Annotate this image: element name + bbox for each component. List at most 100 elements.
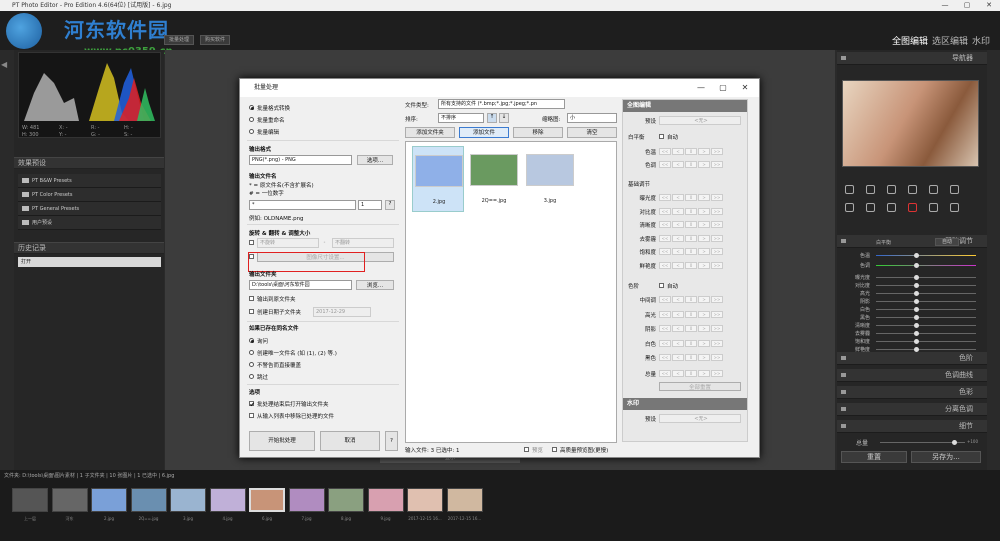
name-pattern-input[interactable]: * bbox=[249, 200, 356, 210]
slider-knob[interactable] bbox=[914, 307, 919, 312]
slider-knob[interactable] bbox=[914, 275, 919, 280]
filmstrip-thumb[interactable] bbox=[328, 488, 364, 512]
batch-process-button[interactable]: 批量处理 bbox=[164, 35, 195, 45]
filmstrip-thumb[interactable] bbox=[12, 488, 48, 512]
mode-rename-radio[interactable] bbox=[249, 117, 254, 122]
file-list[interactable]: 2.jpg 2Q==.jpg 3.jpg bbox=[405, 141, 617, 443]
step-button[interactable]: >> bbox=[711, 325, 723, 332]
presets-header[interactable]: 效果预设 bbox=[14, 157, 164, 169]
restore-button[interactable]: ▢ bbox=[956, 0, 978, 11]
step-button[interactable]: 0 bbox=[685, 310, 697, 318]
step-button[interactable]: < bbox=[672, 194, 684, 201]
tab-full-edit[interactable]: 全图编辑 bbox=[892, 37, 928, 47]
step-button[interactable]: 0 bbox=[685, 248, 697, 255]
browse-button[interactable]: 浏览... bbox=[356, 280, 394, 290]
minimize-button[interactable]: — bbox=[934, 0, 956, 11]
slider-knob[interactable] bbox=[914, 323, 919, 328]
step-button[interactable]: < bbox=[672, 248, 684, 255]
transform-icon[interactable] bbox=[845, 203, 854, 212]
slider-knob[interactable] bbox=[914, 253, 919, 258]
slider-track[interactable] bbox=[876, 317, 976, 318]
file-tile[interactable]: 2Q==.jpg bbox=[468, 146, 520, 212]
step-button[interactable]: > bbox=[698, 148, 710, 155]
total-knob[interactable] bbox=[952, 440, 957, 445]
thumb-size-select[interactable]: 小 bbox=[567, 113, 617, 123]
step-button[interactable]: >> bbox=[711, 354, 723, 361]
step-button[interactable]: 0 bbox=[685, 296, 697, 303]
step-button[interactable]: << bbox=[659, 261, 671, 269]
preset-select[interactable]: <无> bbox=[659, 116, 741, 125]
step-button[interactable]: 0 bbox=[685, 194, 697, 201]
section-3[interactable]: 分离色调 bbox=[837, 403, 987, 416]
sort-select[interactable]: 不排序 bbox=[438, 113, 484, 123]
slider-knob[interactable] bbox=[914, 331, 919, 336]
slider-track[interactable] bbox=[876, 325, 976, 326]
slider-knob[interactable] bbox=[914, 299, 919, 304]
options-button[interactable]: 选项... bbox=[357, 155, 393, 165]
open-folder-checkbox[interactable] bbox=[249, 401, 254, 406]
filmstrip-thumb[interactable] bbox=[51, 488, 88, 512]
step-button[interactable]: >> bbox=[711, 261, 723, 269]
rotate-checkbox[interactable] bbox=[249, 240, 254, 245]
step-button[interactable]: >> bbox=[711, 296, 723, 303]
step-button[interactable]: << bbox=[659, 310, 671, 318]
dialog-maximize-button[interactable]: ▢ bbox=[713, 79, 733, 97]
step-button[interactable]: 0 bbox=[685, 161, 697, 168]
start-batch-button[interactable]: 开始批处理 bbox=[249, 431, 315, 451]
step-button[interactable]: < bbox=[672, 370, 684, 377]
step-button[interactable]: > bbox=[698, 325, 710, 332]
step-button[interactable]: < bbox=[672, 354, 684, 361]
filter-icon[interactable] bbox=[929, 185, 938, 194]
step-button[interactable]: >> bbox=[711, 248, 723, 255]
gradient-icon[interactable] bbox=[908, 185, 917, 194]
step-button[interactable]: > bbox=[698, 234, 710, 242]
step-button[interactable]: << bbox=[659, 234, 671, 242]
help-button[interactable]: ? bbox=[385, 431, 398, 451]
step-button[interactable]: > bbox=[698, 194, 710, 201]
step-button[interactable]: >> bbox=[711, 194, 723, 201]
slider-track[interactable] bbox=[876, 309, 976, 310]
step-button[interactable]: > bbox=[698, 339, 710, 347]
redeye-icon[interactable] bbox=[908, 203, 917, 212]
step-button[interactable]: 0 bbox=[685, 207, 697, 215]
step-button[interactable]: > bbox=[698, 221, 710, 228]
clone-icon[interactable] bbox=[887, 203, 896, 212]
user-presets[interactable]: 用户预设 bbox=[18, 216, 161, 230]
brush-icon[interactable] bbox=[887, 185, 896, 194]
step-button[interactable]: 0 bbox=[685, 325, 697, 332]
slider-track[interactable] bbox=[876, 341, 976, 342]
out-to-source-checkbox[interactable] bbox=[249, 296, 254, 301]
step-button[interactable]: << bbox=[659, 339, 671, 347]
dodge-icon[interactable] bbox=[929, 203, 938, 212]
date-select[interactable]: 2017-12-29 bbox=[313, 307, 371, 317]
step-button[interactable]: > bbox=[698, 370, 710, 377]
mode-convert-radio[interactable] bbox=[249, 105, 254, 110]
sort-desc-button[interactable]: ↓ bbox=[499, 113, 509, 123]
step-button[interactable]: < bbox=[672, 221, 684, 228]
clear-button[interactable]: 清空 bbox=[567, 127, 617, 138]
history-header[interactable]: 历史记录 bbox=[14, 242, 164, 254]
tab-watermark[interactable]: 水印 bbox=[972, 37, 990, 47]
levels-auto-checkbox[interactable] bbox=[659, 283, 664, 288]
step-button[interactable]: < bbox=[672, 234, 684, 242]
basic-header[interactable]: 基础调节 bbox=[837, 235, 987, 248]
stamp-icon[interactable] bbox=[950, 203, 959, 212]
radial-icon[interactable] bbox=[950, 185, 959, 194]
step-button[interactable]: << bbox=[659, 207, 671, 215]
slider-knob[interactable] bbox=[914, 283, 919, 288]
slider-track[interactable] bbox=[876, 255, 976, 256]
name-help-button[interactable]: ? bbox=[385, 200, 395, 210]
wb-auto-checkbox[interactable] bbox=[659, 134, 664, 139]
step-button[interactable]: 0 bbox=[685, 261, 697, 269]
dialog-close-button[interactable]: ✕ bbox=[735, 79, 755, 97]
step-button[interactable]: 0 bbox=[685, 370, 697, 377]
hq-preview-checkbox[interactable] bbox=[552, 447, 557, 452]
step-button[interactable]: 0 bbox=[685, 354, 697, 361]
filmstrip-thumb[interactable] bbox=[130, 488, 167, 512]
slider-track[interactable] bbox=[876, 277, 976, 278]
cancel-button[interactable]: 取消 bbox=[320, 431, 380, 451]
step-button[interactable]: < bbox=[672, 310, 684, 318]
step-button[interactable]: < bbox=[672, 296, 684, 303]
step-button[interactable]: << bbox=[659, 354, 671, 361]
start-number-input[interactable]: 1 bbox=[358, 200, 382, 210]
